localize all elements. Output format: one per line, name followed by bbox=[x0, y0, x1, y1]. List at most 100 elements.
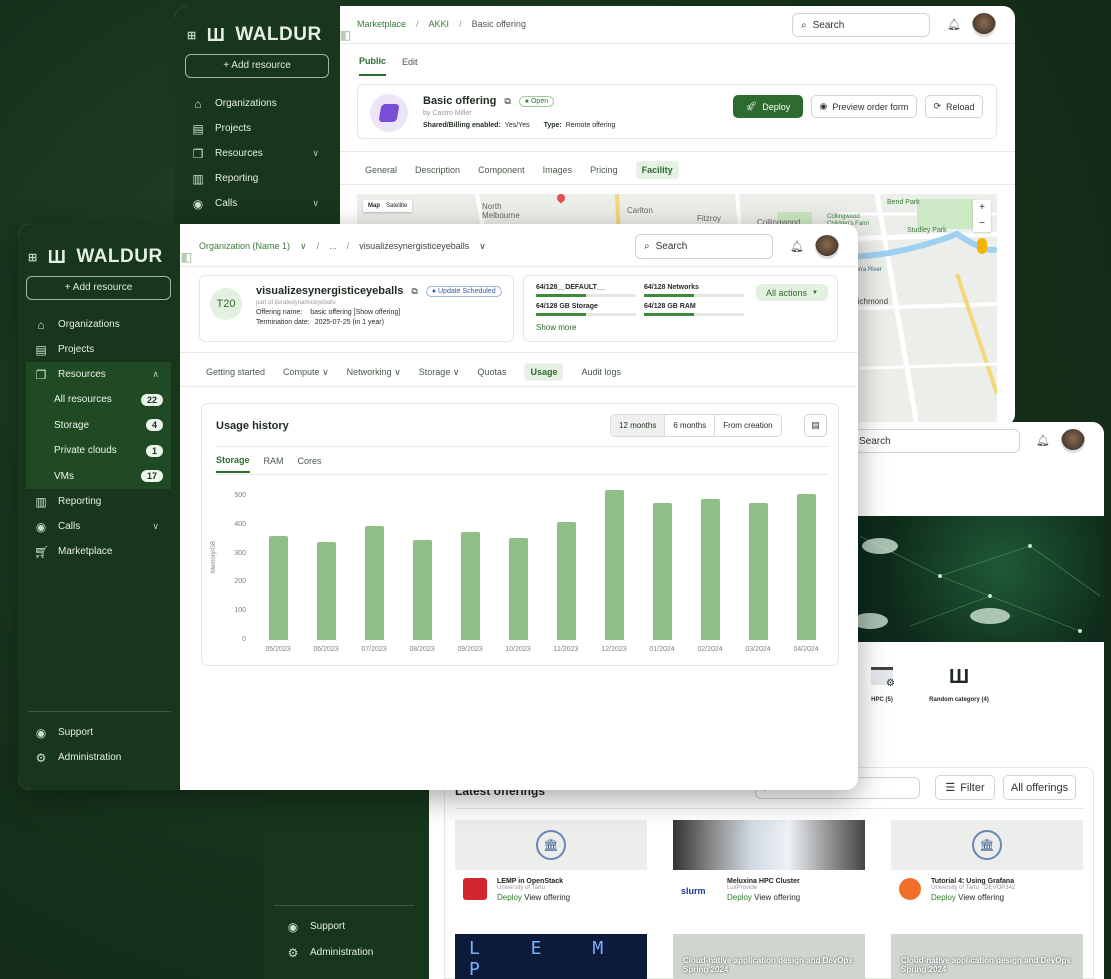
sidebar-item-calls[interactable]: ◉ Calls ∨ bbox=[18, 514, 171, 539]
y-tick-label: 0 bbox=[242, 636, 246, 643]
grid-icon[interactable]: ⊞ bbox=[187, 29, 197, 42]
street-view-icon[interactable] bbox=[977, 238, 987, 254]
breadcrumb-resource[interactable]: visualizesynergisticeyeballs bbox=[359, 241, 469, 252]
tab-facility[interactable]: Facility bbox=[635, 161, 679, 179]
avatar[interactable] bbox=[972, 13, 996, 37]
tab-component[interactable]: Component bbox=[478, 165, 525, 175]
category-hpc[interactable]: ⚙ HPC (5) bbox=[862, 667, 902, 703]
all-offerings-button[interactable]: All offerings bbox=[1003, 775, 1076, 800]
breadcrumb-organization[interactable]: Organization (Name 1) bbox=[199, 241, 290, 252]
view-offering-link[interactable]: View offering bbox=[524, 893, 570, 902]
tab-public[interactable]: Public bbox=[359, 56, 387, 76]
sidebar-item-all-resources[interactable]: All resources 22 bbox=[26, 387, 171, 413]
deploy-button[interactable]: 🚀︎ Deploy bbox=[733, 95, 803, 118]
map-button[interactable]: Map bbox=[368, 203, 380, 209]
sidebar-item-projects[interactable]: ▤ Projects bbox=[18, 337, 171, 362]
sidebar-item-storage[interactable]: Storage 4 bbox=[26, 412, 171, 438]
show-more-link[interactable]: Show more bbox=[536, 323, 576, 332]
chart-bar[interactable] bbox=[508, 538, 528, 640]
sidebar-item-resources[interactable]: ❐ Resources ∨ bbox=[181, 141, 331, 166]
bell-icon[interactable]: 🔔︎ bbox=[947, 18, 961, 31]
chart-bar[interactable] bbox=[796, 493, 816, 640]
deploy-link[interactable]: Deploy bbox=[727, 893, 752, 902]
chevron-down-icon: ∨ bbox=[300, 241, 307, 251]
sidebar-item-organizations[interactable]: ⌂ Organizations bbox=[181, 91, 331, 116]
copy-icon[interactable]: ⧉ bbox=[411, 286, 417, 297]
zoom-out-button[interactable]: − bbox=[973, 216, 991, 232]
add-resource-button[interactable]: + Add resource bbox=[26, 276, 171, 300]
satellite-button[interactable]: Satellite bbox=[386, 203, 407, 209]
tab-edit[interactable]: Edit bbox=[402, 57, 418, 75]
offering-card-devops[interactable]: Cloud-native application design and DevO… bbox=[891, 934, 1083, 979]
chart-bar[interactable] bbox=[364, 525, 384, 640]
collapse-sidebar-icon[interactable]: ◧ bbox=[340, 28, 352, 42]
grid-icon[interactable]: ⊞ bbox=[28, 251, 38, 264]
sidebar-item-administration[interactable]: ⚙ Administration bbox=[276, 940, 374, 965]
filter-button[interactable]: ☰ Filter bbox=[935, 775, 995, 800]
collapse-sidebar-icon[interactable]: ◧ bbox=[181, 250, 193, 264]
reload-button[interactable]: ⟳ Reload bbox=[925, 95, 983, 118]
chart-bar[interactable] bbox=[268, 535, 288, 640]
search-input[interactable]: ⌕ Search bbox=[635, 234, 773, 259]
tab-compute[interactable]: Compute ∨ bbox=[283, 367, 329, 378]
chart-bar[interactable] bbox=[412, 539, 432, 640]
deploy-link[interactable]: Deploy bbox=[497, 893, 522, 902]
deploy-link[interactable]: Deploy bbox=[931, 893, 956, 902]
gear-icon: ⚙ bbox=[35, 750, 47, 765]
offering-card-devops[interactable]: Cloud-native application design and DevO… bbox=[673, 934, 865, 979]
bell-icon[interactable]: 🔔︎ bbox=[1036, 434, 1050, 447]
zoom-in-button[interactable]: + bbox=[973, 200, 991, 216]
tab-audit-logs[interactable]: Audit logs bbox=[581, 367, 621, 377]
bell-icon[interactable]: 🔔︎ bbox=[790, 240, 804, 253]
sidebar-item-resources[interactable]: ❐ Resources ∧ bbox=[26, 362, 171, 387]
category-random[interactable]: Ш Random category (4) bbox=[919, 667, 999, 703]
sidebar-item-support[interactable]: ◉ Support bbox=[24, 720, 93, 745]
copy-icon[interactable]: ⧉ bbox=[504, 96, 510, 107]
tab-description[interactable]: Description bbox=[415, 165, 460, 175]
chart-bar[interactable] bbox=[604, 489, 624, 640]
sidebar-item-private-clouds[interactable]: Private clouds 1 bbox=[26, 438, 171, 464]
sidebar-item-support[interactable]: ◉ Support bbox=[276, 914, 345, 939]
sidebar-item-marketplace[interactable]: 🛒︎ Marketplace bbox=[18, 539, 171, 564]
tab-images[interactable]: Images bbox=[543, 165, 573, 175]
tab-getting-started[interactable]: Getting started bbox=[206, 367, 265, 377]
breadcrumb-ellipsis[interactable]: ... bbox=[329, 241, 337, 252]
tab-networking[interactable]: Networking ∨ bbox=[347, 367, 401, 378]
all-actions-button[interactable]: All actions ▼ bbox=[756, 284, 828, 301]
sidebar-item-reporting[interactable]: ▥ Reporting bbox=[181, 166, 331, 191]
view-offering-link[interactable]: View offering bbox=[754, 893, 800, 902]
chart-bar[interactable] bbox=[316, 541, 336, 640]
chevron-down-icon: ∨ bbox=[312, 198, 319, 208]
tab-general[interactable]: General bbox=[365, 165, 397, 175]
search-input[interactable]: Search bbox=[850, 429, 1020, 453]
offering-card-meluxina[interactable]: slurm Meluxina HPC Cluster LuxProvide Dep… bbox=[673, 820, 865, 910]
x-tick-label: 01/2024 bbox=[649, 646, 675, 653]
offering-card-grafana[interactable]: 🏛︎ Tutorial 4: Using Grafana University o… bbox=[891, 820, 1083, 910]
offering-card-lemp[interactable]: 🏛︎ LEMP in OpenStack University of Tartu … bbox=[455, 820, 647, 910]
avatar[interactable] bbox=[815, 235, 839, 259]
chart-bar[interactable] bbox=[700, 498, 720, 640]
sidebar-item-vms[interactable]: VMs 17 bbox=[26, 463, 171, 489]
offering-card-lemp-image[interactable]: L E M P bbox=[455, 934, 647, 979]
tab-pricing[interactable]: Pricing bbox=[590, 165, 618, 175]
preview-order-form-button[interactable]: ◉ Preview order form bbox=[811, 95, 917, 118]
avatar[interactable] bbox=[1061, 429, 1085, 453]
sidebar-item-calls[interactable]: ◉ Calls ∨ bbox=[181, 191, 331, 216]
chart-bar[interactable] bbox=[460, 531, 480, 640]
chart-bar[interactable] bbox=[556, 521, 576, 640]
sidebar-item-administration[interactable]: ⚙ Administration bbox=[24, 745, 122, 770]
sidebar-item-reporting[interactable]: ▥ Reporting bbox=[18, 489, 171, 514]
tab-usage[interactable]: Usage bbox=[524, 363, 564, 381]
view-offering-link[interactable]: View offering bbox=[958, 893, 1004, 902]
tab-storage[interactable]: Storage ∨ bbox=[419, 367, 460, 378]
sidebar-item-projects[interactable]: ▤ Projects bbox=[181, 116, 331, 141]
add-resource-button[interactable]: + Add resource bbox=[185, 54, 329, 78]
search-input[interactable]: ⌕ Search bbox=[792, 13, 930, 37]
tab-quotas[interactable]: Quotas bbox=[477, 367, 506, 377]
server-gear-icon: ⚙ bbox=[871, 667, 895, 689]
chart-bar[interactable] bbox=[748, 503, 768, 640]
breadcrumb-marketplace[interactable]: Marketplace bbox=[357, 19, 406, 29]
breadcrumb-akki[interactable]: AKKI bbox=[429, 19, 450, 29]
sidebar-item-organizations[interactable]: ⌂ Organizations bbox=[18, 312, 171, 337]
chart-bar[interactable] bbox=[652, 503, 672, 640]
